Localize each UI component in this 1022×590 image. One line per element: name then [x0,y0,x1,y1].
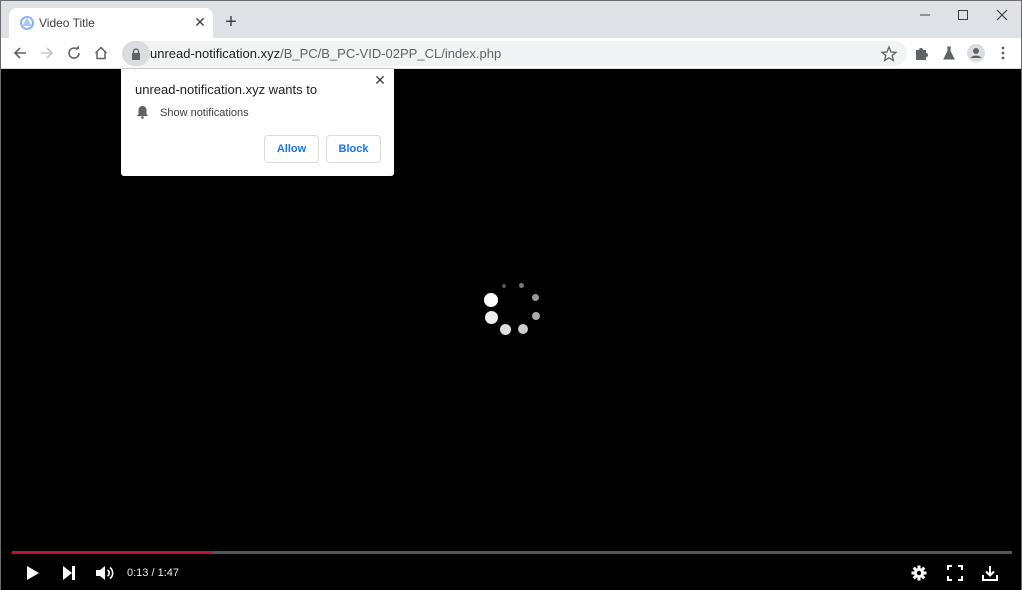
avatar-icon [967,44,985,62]
volume-icon [96,566,114,580]
reload-icon [68,45,80,59]
spinner-dot [518,324,528,334]
notification-permission-popup: ✕ unread-notification.xyz wants to Show … [121,69,394,176]
maximize-icon [958,10,968,20]
chrome-menu-button[interactable] [993,43,1013,63]
reload-button[interactable] [63,42,85,64]
star-icon[interactable] [880,45,898,63]
skip-next-icon [63,566,75,580]
spinner-dot [500,324,511,335]
back-button[interactable] [9,42,31,64]
tab-strip: Video Title ✕ + [1,1,1021,38]
tab-title: Video Title [39,16,95,30]
spinner-dot [484,293,498,307]
allow-button[interactable]: Allow [264,135,319,163]
fullscreen-button[interactable] [944,562,966,584]
address-bar[interactable]: unread-notification.xyz/B_PC/B_PC-VID-02… [122,41,907,66]
spinner-dot [532,294,539,301]
gear-icon [911,565,927,581]
time-display: 0:13 / 1:47 [127,567,179,579]
tab-video-title[interactable]: Video Title ✕ [9,8,213,38]
settings-button[interactable] [908,562,930,584]
extensions-button[interactable] [912,43,932,63]
popup-title: unread-notification.xyz wants to [135,82,318,97]
minimize-button[interactable] [908,5,942,25]
bell-icon [137,106,148,119]
spinner-dot [532,312,540,320]
play-button[interactable] [22,562,44,584]
forward-button[interactable] [36,42,58,64]
url-text[interactable]: unread-notification.xyz/B_PC/B_PC-VID-02… [150,46,501,61]
spinner-dot [502,284,506,288]
site-info-button[interactable] [122,41,150,66]
browser-toolbar: unread-notification.xyz/B_PC/B_PC-VID-02… [1,38,1021,69]
loading-spinner-icon [480,281,544,335]
next-button[interactable] [58,562,80,584]
back-arrow-icon [13,47,26,59]
download-icon [982,566,998,581]
progress-fill [12,551,212,554]
close-icon [996,9,1008,21]
puzzle-icon [916,48,928,60]
minimize-icon [920,14,930,16]
maximize-button[interactable] [946,5,980,25]
popup-close-icon[interactable]: ✕ [372,72,388,88]
labs-button[interactable] [939,43,959,63]
flask-icon [943,46,955,60]
spinner-dot [485,311,498,324]
permission-label: Show notifications [160,107,249,119]
home-button[interactable] [90,42,112,64]
close-window-button[interactable] [985,5,1019,25]
new-tab-button[interactable]: + [221,12,241,32]
block-button[interactable]: Block [326,135,381,163]
home-icon [94,46,108,60]
spinner-dot [519,283,524,288]
profile-button[interactable] [966,43,986,63]
kebab-menu-icon [1001,46,1005,60]
forward-arrow-icon [41,47,54,59]
lock-icon [132,47,140,60]
progress-bar[interactable] [12,551,1012,554]
download-button[interactable] [979,562,1001,584]
play-icon [27,566,39,580]
site-favicon-icon [20,16,34,30]
browser-window: Video Title ✕ + unread-notification.xyz/… [0,0,1022,590]
fullscreen-icon [947,565,963,581]
url-domain: unread-notification.xyz [150,46,281,61]
url-path: /B_PC/B_PC-VID-02PP_CL/index.php [280,46,502,61]
tab-close-icon[interactable]: ✕ [192,14,208,30]
volume-button[interactable] [94,562,116,584]
